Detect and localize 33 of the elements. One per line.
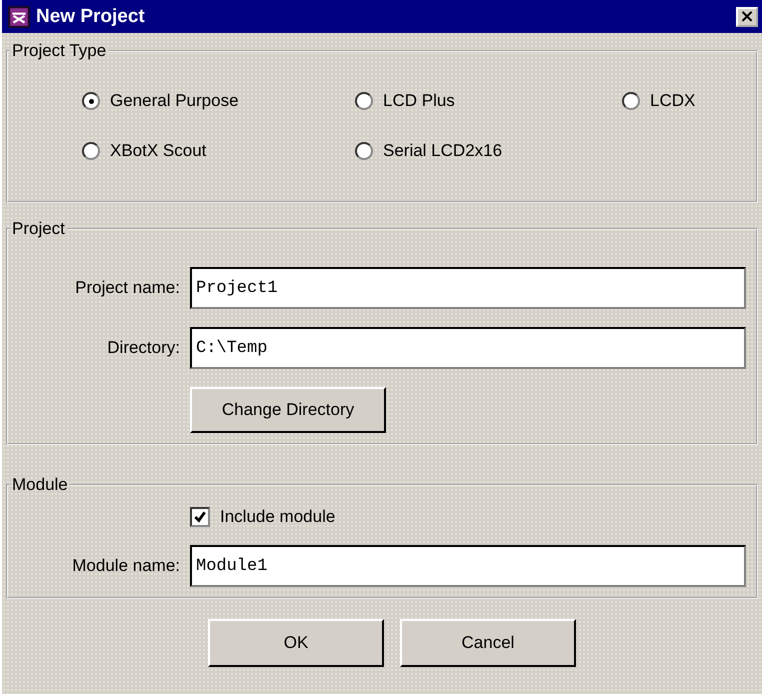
radio-option[interactable]: General Purpose: [82, 91, 355, 111]
radio-button[interactable]: [622, 92, 640, 110]
radio-button[interactable]: [355, 92, 373, 110]
change-directory-button[interactable]: Change Directory: [190, 387, 386, 433]
dialog-button[interactable]: Cancel: [400, 619, 576, 667]
check-icon: [193, 510, 207, 524]
radio-button[interactable]: [355, 142, 373, 160]
checkbox[interactable]: [190, 507, 210, 527]
app-icon: [8, 6, 30, 28]
checkbox-label: Include module: [220, 507, 336, 527]
field-label: Project name:: [74, 278, 180, 298]
field-label: Module name:: [71, 556, 180, 576]
radio-option[interactable]: XBotX Scout: [82, 141, 355, 161]
dialog-button[interactable]: OK: [208, 619, 384, 667]
input-field[interactable]: Module1: [190, 545, 746, 587]
radio-option[interactable]: Serial LCD2x16: [355, 141, 622, 161]
radio-label: LCDX: [650, 91, 696, 111]
radio-option[interactable]: LCD Plus: [355, 91, 622, 111]
close-button[interactable]: ×: [736, 6, 758, 26]
window-title: New Project: [36, 6, 146, 28]
group-label: Module: [11, 475, 69, 495]
radio-label: XBotX Scout: [110, 141, 206, 161]
radio-option[interactable]: LCDX: [622, 91, 746, 111]
radio-label: Serial LCD2x16: [383, 141, 502, 161]
group-label: Project: [11, 219, 66, 239]
radio-label: LCD Plus: [383, 91, 455, 111]
radio-button[interactable]: [82, 92, 100, 110]
field-label: Directory:: [106, 338, 180, 358]
radio-label: General Purpose: [110, 91, 239, 111]
radio-button[interactable]: [82, 142, 100, 160]
input-field[interactable]: Project1: [190, 267, 746, 309]
group-label: Project Type: [11, 41, 108, 61]
input-field[interactable]: C:\Temp: [190, 327, 746, 369]
